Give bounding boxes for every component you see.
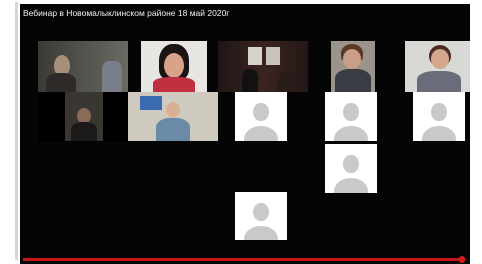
participant-video-3 (218, 41, 308, 92)
participant-avatar-4 (325, 144, 377, 193)
progress-fill (23, 258, 462, 261)
participant-video-1 (38, 41, 128, 92)
page-edge (470, 4, 482, 264)
divider (15, 2, 18, 260)
participant-avatar-3 (413, 92, 465, 141)
participant-video-5 (405, 41, 470, 92)
participant-avatar-5 (235, 192, 287, 240)
participant-avatar-1 (235, 92, 287, 141)
participant-video-7 (128, 92, 218, 141)
video-player[interactable]: Вебинар в Новомалыклинском районе 18 май… (20, 4, 470, 264)
participant-video-2 (141, 41, 207, 92)
progress-bar[interactable] (23, 256, 466, 263)
participant-avatar-2 (325, 92, 377, 141)
progress-handle[interactable] (458, 256, 465, 263)
participant-video-6 (65, 92, 103, 141)
page-gutter (0, 0, 18, 264)
video-title: Вебинар в Новомалыклинском районе 18 май… (23, 8, 230, 18)
participant-video-4 (331, 41, 375, 92)
